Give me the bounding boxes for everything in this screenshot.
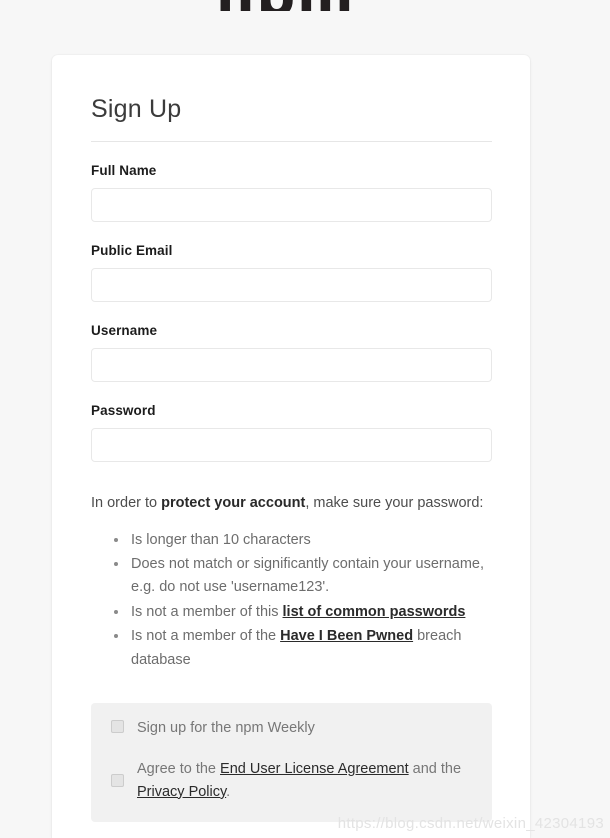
consent-panel: Sign up for the npm Weekly Agree to the … [91, 703, 492, 822]
label-username: Username [91, 323, 158, 338]
username-input[interactable] [91, 348, 492, 382]
password-rule-item: Is longer than 10 characters [129, 529, 492, 552]
password-rule-item: Is not a member of the Have I Been Pwned… [129, 625, 492, 672]
common-passwords-link[interactable]: list of common passwords [283, 604, 466, 620]
eula-link[interactable]: End User License Agreement [220, 761, 409, 777]
signup-page: npm Sign Up Full Name Public Email Usern… [0, 0, 610, 838]
rule-text-before: Is not a member of this [131, 603, 283, 620]
terms-text-middle: and the [408, 760, 462, 777]
full-name-input[interactable] [91, 188, 492, 222]
public-email-input[interactable] [91, 268, 492, 302]
help-intro-before: In order to [91, 495, 162, 511]
label-public-email: Public Email [91, 243, 173, 258]
rule-text-before: Does not match or significantly contain … [131, 556, 485, 596]
terms-label: Agree to the End User License Agreement … [137, 758, 472, 804]
password-rules-list: Is longer than 10 characters Does not ma… [91, 529, 492, 673]
newsletter-checkbox[interactable] [111, 720, 124, 734]
signup-card: Sign Up Full Name Public Email Username … [52, 55, 530, 838]
terms-consent-row[interactable]: Agree to the End User License Agreement … [91, 758, 492, 804]
title-divider [91, 141, 492, 142]
privacy-policy-link[interactable]: Privacy Policy [137, 784, 226, 800]
help-intro-strong: protect your account [161, 495, 306, 511]
password-help-intro: In order to protect your account, make s… [91, 493, 492, 514]
newsletter-consent-row[interactable]: Sign up for the npm Weekly [91, 717, 492, 740]
signup-card-content: Sign Up Full Name Public Email Username … [91, 55, 492, 822]
newsletter-label: Sign up for the npm Weekly [137, 720, 315, 737]
terms-checkbox[interactable] [111, 774, 124, 788]
label-full-name: Full Name [91, 163, 157, 178]
password-input[interactable] [91, 428, 492, 462]
rule-text-before: Is longer than 10 characters [131, 531, 311, 548]
password-rule-item: Is not a member of this list of common p… [129, 601, 492, 624]
rule-text-before: Is not a member of the [131, 628, 281, 645]
npm-wordmark: npm [216, 0, 355, 11]
have-i-been-pwned-link[interactable]: Have I Been Pwned [280, 628, 413, 644]
page-title: Sign Up [91, 95, 182, 123]
label-password: Password [91, 403, 156, 418]
terms-text-before: Agree to the [137, 760, 221, 777]
npm-logo-strip: npm [0, 0, 610, 11]
terms-text-after: . [226, 783, 231, 800]
help-intro-after: , make sure your password: [305, 495, 484, 511]
password-rule-item: Does not match or significantly contain … [129, 553, 492, 600]
